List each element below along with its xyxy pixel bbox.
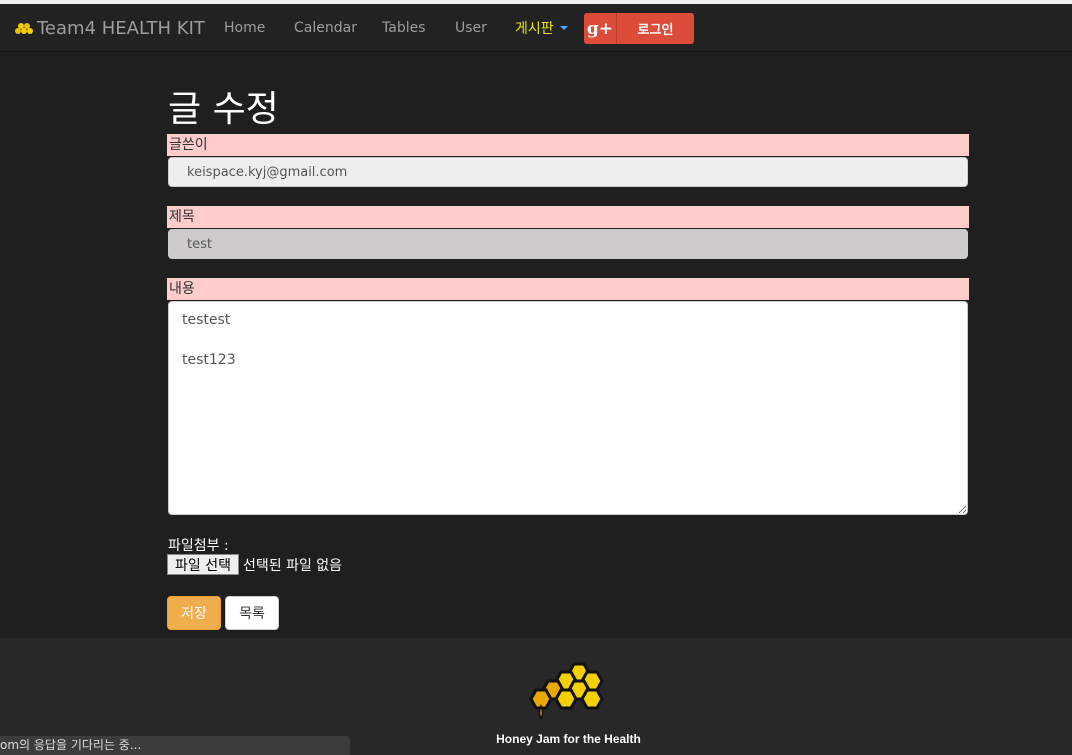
- nav-board-dropdown[interactable]: 게시판: [515, 4, 568, 52]
- honeycomb-logo-icon: [529, 662, 604, 720]
- nav-tables[interactable]: Tables: [382, 4, 426, 52]
- file-input: 파일 선택 선택된 파일 없음: [167, 554, 342, 575]
- content-textarea[interactable]: testest test123: [168, 301, 968, 515]
- honeycomb-logo-icon: [15, 23, 33, 34]
- brand-title: Team4 HEALTH KIT: [37, 17, 205, 39]
- page-title: 글 수정: [168, 89, 279, 130]
- subject-field[interactable]: [168, 229, 968, 259]
- file-status-text: 선택된 파일 없음: [242, 557, 343, 574]
- login-label: 로그인: [637, 23, 674, 38]
- google-login-button[interactable]: g+ 로그인: [584, 13, 694, 44]
- list-button[interactable]: 목록: [225, 596, 279, 630]
- navbar: Team4 HEALTH KIT Home Calendar Tables Us…: [0, 4, 1072, 52]
- subject-label: 제목: [167, 206, 969, 228]
- file-select-button[interactable]: 파일 선택: [167, 554, 239, 575]
- nav-home[interactable]: Home: [224, 4, 265, 52]
- brand[interactable]: Team4 HEALTH KIT: [14, 4, 205, 52]
- nav-calendar[interactable]: Calendar: [294, 4, 357, 52]
- nav-user[interactable]: User: [455, 4, 487, 52]
- file-attach-label: 파일첨부 :: [168, 538, 229, 554]
- content-label: 내용: [167, 278, 969, 300]
- nav-board-label: 게시판: [515, 21, 554, 37]
- google-plus-icon: g+: [584, 13, 617, 44]
- author-label: 글쓴이: [167, 134, 969, 156]
- save-button[interactable]: 저장: [167, 596, 221, 630]
- caret-down-icon: [559, 26, 568, 30]
- browser-status-bar: om의 응답을 기다리는 중...: [0, 736, 350, 755]
- author-field[interactable]: [168, 157, 968, 187]
